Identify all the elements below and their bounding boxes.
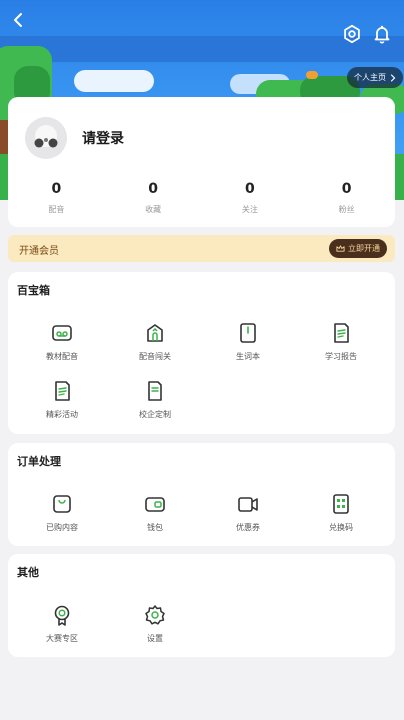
stat-label: 收藏 [145, 205, 162, 214]
custom-icon [148, 381, 162, 401]
orders-card: 订单处理 已购内容 钱包 优惠券 兑换码 [8, 443, 395, 546]
top-bar [0, 0, 404, 44]
grid-item-purchased[interactable]: 已购内容 [14, 493, 110, 533]
notification-bell-icon[interactable] [372, 24, 392, 44]
section-title: 百宝箱 [17, 284, 50, 297]
coupon-icon [238, 497, 258, 512]
stat-label: 配音 [48, 205, 65, 214]
personal-homepage-link[interactable]: 个人主页 [347, 67, 403, 88]
banner-cloud [74, 70, 154, 92]
stat-followers[interactable]: 0 粉丝 [298, 181, 395, 215]
stat-label: 粉丝 [338, 205, 355, 214]
section-title: 订单处理 [17, 455, 61, 468]
grid-item-competition[interactable]: 大赛专区 [14, 604, 110, 644]
grid-item-label: 优惠券 [236, 523, 260, 532]
grid-item-label: 大赛专区 [46, 634, 78, 643]
stat-dubbing[interactable]: 0 配音 [8, 181, 105, 215]
vip-banner[interactable]: 开通会员 立即开通 [8, 235, 395, 262]
stat-value: 0 [245, 181, 255, 197]
grid-item-wallet[interactable]: 钱包 [107, 493, 203, 533]
redeem-code-icon [333, 494, 349, 514]
voicemail-icon [52, 325, 72, 341]
grid-item-label: 教材配音 [46, 352, 78, 361]
crown-icon [336, 245, 345, 252]
vip-activate-label: 立即开通 [348, 244, 380, 253]
stat-following[interactable]: 0 关注 [202, 181, 299, 215]
grid-item-label: 配音闯关 [139, 352, 171, 361]
back-arrow-icon[interactable] [9, 10, 29, 30]
grid-item-vocabulary-book[interactable]: 生词本 [200, 322, 296, 362]
grid-item-label: 设置 [147, 634, 163, 643]
stat-value: 0 [51, 181, 62, 197]
grid-item-label: 校企定制 [139, 410, 171, 419]
other-card: 其他 大赛专区 设置 [8, 554, 395, 657]
vip-activate-button[interactable]: 立即开通 [329, 239, 387, 258]
grid-item-label: 兑换码 [329, 523, 353, 532]
settings-icon [145, 605, 165, 625]
report-icon [334, 323, 349, 343]
grid-item-settings[interactable]: 设置 [107, 604, 203, 644]
purchased-bag-icon [53, 495, 71, 513]
medal-icon [54, 605, 70, 626]
personal-homepage-label: 个人主页 [354, 73, 386, 82]
grid-item-label: 生词本 [236, 352, 260, 361]
wallet-icon [145, 497, 165, 512]
grid-item-label: 学习报告 [325, 352, 357, 361]
grid-item-label: 精彩活动 [46, 410, 78, 419]
house-level-icon [147, 324, 163, 342]
grid-item-redeem-code[interactable]: 兑换码 [293, 493, 389, 533]
stat-favorites[interactable]: 0 收藏 [105, 181, 202, 215]
section-title: 其他 [17, 566, 39, 579]
grid-item-study-report[interactable]: 学习报告 [293, 322, 389, 362]
banner-coin [306, 71, 318, 79]
settings-gear-icon[interactable] [342, 24, 362, 44]
avatar[interactable] [25, 117, 67, 159]
login-prompt[interactable]: 请登录 [82, 128, 124, 148]
notebook-icon [240, 323, 256, 343]
grid-item-coupons[interactable]: 优惠券 [200, 493, 296, 533]
chevron-right-icon [390, 73, 396, 82]
grid-item-dubbing-challenge[interactable]: 配音闯关 [107, 322, 203, 362]
vip-title: 开通会员 [19, 246, 59, 257]
stat-value: 0 [341, 181, 352, 197]
activity-icon [55, 381, 70, 401]
grid-item-activities[interactable]: 精彩活动 [14, 380, 110, 420]
grid-item-textbook-dubbing[interactable]: 教材配音 [14, 322, 110, 362]
stat-value: 0 [148, 181, 158, 197]
grid-item-label: 钱包 [147, 523, 163, 532]
treasure-box-card: 百宝箱 教材配音 配音闯关 生词本 学习报告 精彩活动 校企定制 [8, 272, 395, 434]
default-avatar-icon [25, 117, 67, 159]
user-stats: 0 配音 0 收藏 0 关注 0 粉丝 [8, 181, 395, 215]
stat-label: 关注 [241, 205, 258, 214]
grid-item-school-custom[interactable]: 校企定制 [107, 380, 203, 420]
grid-item-label: 已购内容 [46, 523, 78, 532]
user-card: 请登录 0 配音 0 收藏 0 关注 0 粉丝 [8, 97, 395, 227]
